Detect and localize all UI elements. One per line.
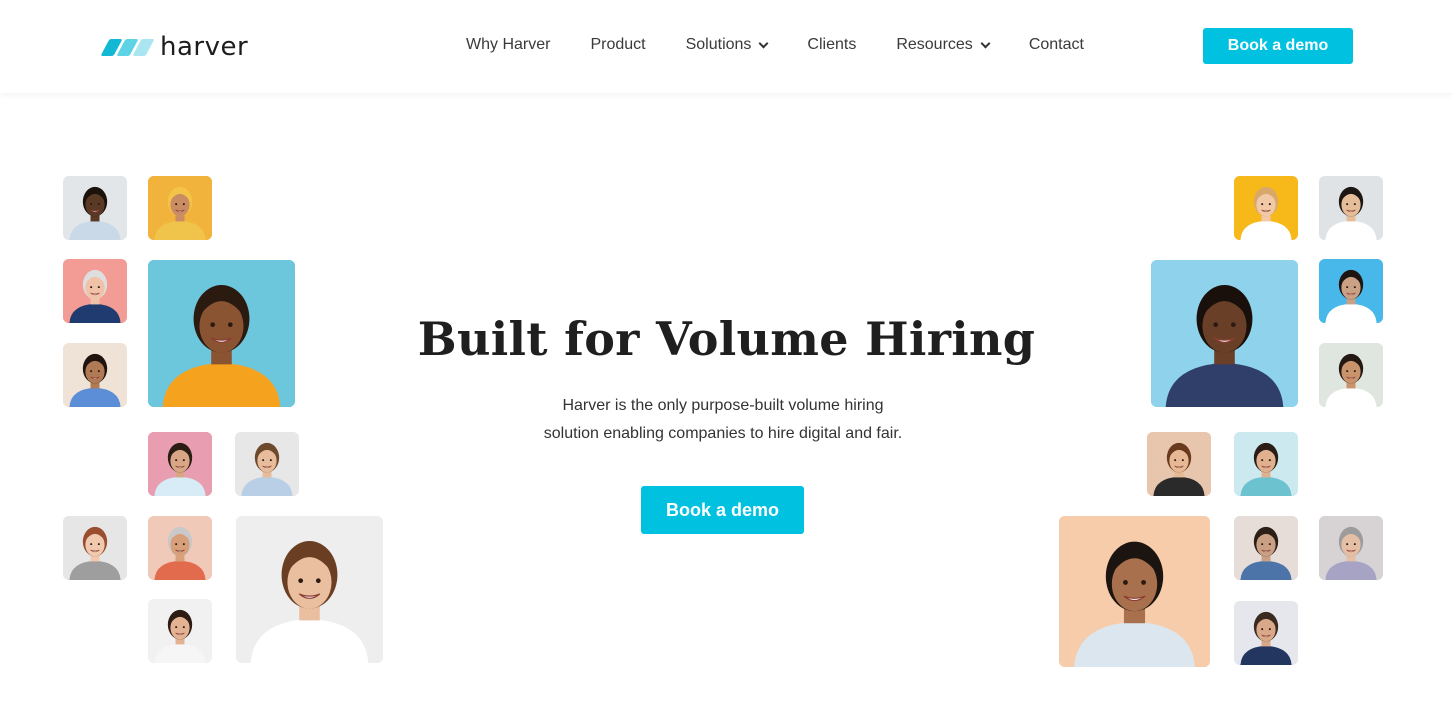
portrait-photo — [148, 260, 295, 407]
portrait-illustration — [148, 516, 212, 580]
portrait-photo — [1319, 176, 1383, 240]
chevron-down-icon — [758, 38, 769, 48]
nav-item-product[interactable]: Product — [590, 36, 645, 54]
portrait-illustration — [1319, 516, 1383, 580]
nav-item-label: Product — [590, 36, 646, 53]
portrait-photo — [235, 432, 299, 496]
portrait-photo — [1319, 343, 1383, 407]
nav-item-label: Clients — [807, 36, 857, 53]
portrait-photo — [1234, 601, 1298, 665]
chevron-down-icon — [980, 38, 991, 48]
portrait-illustration — [1234, 601, 1298, 665]
nav-item-clients[interactable]: Clients — [807, 36, 856, 54]
portrait-illustration — [1319, 343, 1383, 407]
portrait-photo — [63, 343, 127, 407]
logo-mark-icon — [100, 38, 155, 56]
nav-item-resources[interactable]: Resources — [896, 36, 991, 54]
portrait-photo — [148, 176, 212, 240]
portrait-illustration — [1147, 432, 1211, 496]
nav-item-label: Contact — [1028, 36, 1084, 53]
site-header: harver Why Harver Product Solutions Clie… — [0, 0, 1453, 93]
nav-item-label: Why Harver — [466, 36, 551, 53]
portrait-photo — [63, 176, 127, 240]
portrait-illustration — [1234, 516, 1298, 580]
portrait-illustration — [236, 516, 383, 663]
main-nav: Why Harver Product Solutions Clients Res… — [466, 36, 1084, 54]
portrait-photo — [1151, 260, 1298, 407]
hero-subtitle-line: solution enabling companies to hire digi… — [543, 425, 903, 442]
nav-item-label: Solutions — [685, 36, 752, 53]
portrait-illustration — [148, 176, 212, 240]
portrait-illustration — [235, 432, 299, 496]
portrait-photo — [1147, 432, 1211, 496]
harver-logo[interactable]: harver — [100, 32, 249, 62]
nav-item-solutions[interactable]: Solutions — [685, 36, 769, 54]
portrait-illustration — [63, 343, 127, 407]
nav-item-label: Resources — [896, 36, 973, 53]
hero-subtitle: Harver is the only purpose-built volume … — [476, 392, 970, 448]
portrait-illustration — [63, 176, 127, 240]
portrait-illustration — [1319, 176, 1383, 240]
hero-subtitle-line: Harver is the only purpose-built volume … — [562, 397, 884, 414]
portrait-photo — [1319, 259, 1383, 323]
portrait-photo — [1234, 516, 1298, 580]
portrait-illustration — [1234, 432, 1298, 496]
book-demo-button[interactable]: Book a demo — [1203, 28, 1353, 64]
portrait-photo — [148, 516, 212, 580]
portrait-photo — [1234, 176, 1298, 240]
portrait-illustration — [148, 260, 295, 407]
portrait-photo — [63, 259, 127, 323]
portrait-photo — [1319, 516, 1383, 580]
portrait-illustration — [148, 599, 212, 663]
portrait-photo — [148, 432, 212, 496]
portrait-illustration — [1234, 176, 1298, 240]
portrait-illustration — [148, 432, 212, 496]
portrait-illustration — [1059, 516, 1210, 667]
portrait-photo — [1234, 432, 1298, 496]
portrait-photo — [236, 516, 383, 663]
portrait-photo — [63, 516, 127, 580]
portrait-photo — [1059, 516, 1210, 667]
portrait-photo — [148, 599, 212, 663]
hero-book-demo-button[interactable]: Book a demo — [641, 486, 804, 534]
portrait-illustration — [1319, 259, 1383, 323]
portrait-illustration — [1151, 260, 1298, 407]
logo-text: harver — [160, 32, 249, 62]
nav-item-contact[interactable]: Contact — [1029, 36, 1084, 54]
nav-item-why-harver[interactable]: Why Harver — [466, 36, 550, 54]
portrait-illustration — [63, 516, 127, 580]
portrait-illustration — [63, 259, 127, 323]
